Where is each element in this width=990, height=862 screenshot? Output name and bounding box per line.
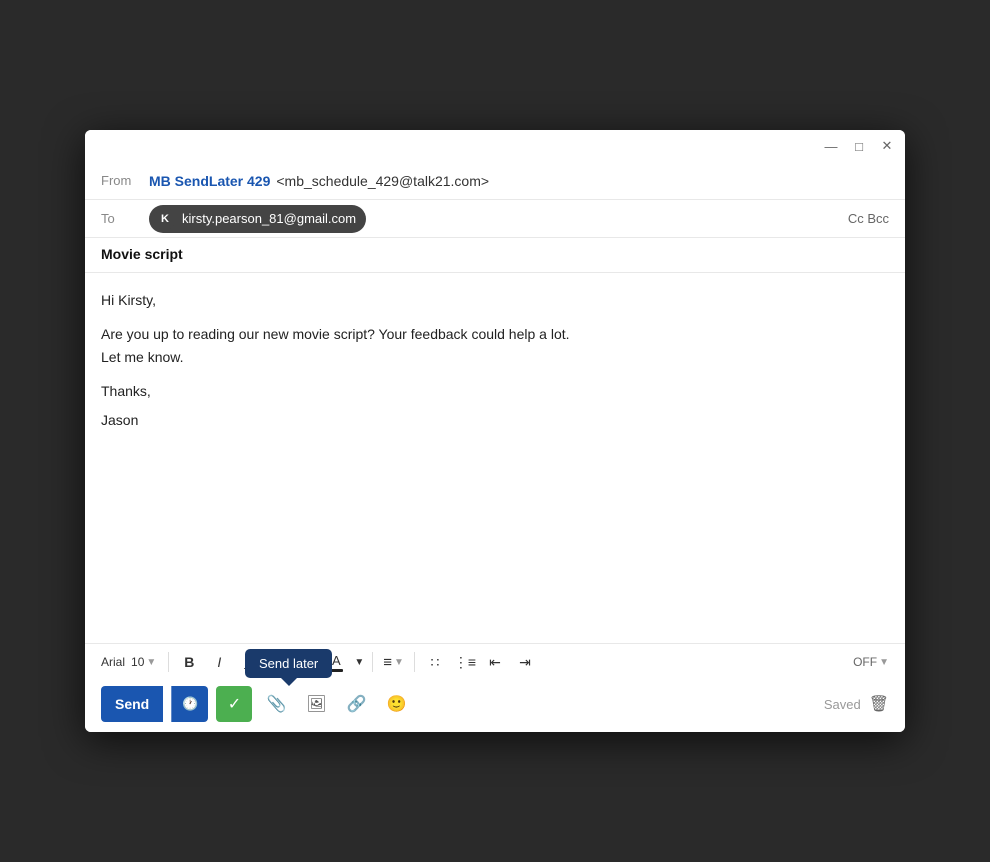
emoji-icon: 🙂 [386, 694, 406, 714]
checkmark-button[interactable]: ✓ [216, 686, 252, 722]
align-dropdown[interactable]: ≡ ▼ [379, 654, 408, 671]
to-row: To K kirsty.pearson_81@gmail.com Cc Bcc [85, 200, 905, 238]
email-body[interactable]: Hi Kirsty, Are you up to reading our new… [85, 273, 905, 643]
send-toolbar: Send later Send 🕐 ✓ 📎 🖼 🔗 [85, 680, 905, 732]
from-row: From MB SendLater 429 <mb_schedule_429@t… [85, 162, 905, 200]
from-name: MB SendLater 429 [149, 173, 270, 189]
maximize-button[interactable]: □ [851, 138, 867, 154]
subject-row: Movie script [85, 238, 905, 273]
body-paragraph2: Let me know. [101, 346, 889, 368]
ordered-list-icon: ∷ [430, 654, 439, 671]
attach-file-button[interactable]: 📎 [260, 688, 292, 720]
font-size-selector[interactable]: 10 ▼ [131, 655, 156, 669]
close-button[interactable]: ✕ [879, 138, 895, 154]
delete-button[interactable]: 🗑 [869, 694, 889, 714]
link-icon: 🔗 [346, 694, 366, 714]
highlight-dropdown[interactable]: ▼ [352, 648, 366, 676]
recipient-email: kirsty.pearson_81@gmail.com [182, 211, 356, 226]
formatting-toolbar: Arial 10 ▼ B I U A ▼ A ▼ [85, 643, 905, 680]
insert-emoji-button[interactable]: 🙂 [380, 688, 412, 720]
body-sign1: Thanks, [101, 380, 889, 402]
indent-increase-icon: ⇥ [519, 654, 531, 671]
saved-label: Saved [824, 697, 861, 712]
insert-link-button[interactable]: 🔗 [340, 688, 372, 720]
italic-button[interactable]: I [205, 648, 233, 676]
highlight-icon: A [332, 653, 341, 668]
off-toggle[interactable]: OFF ▼ [853, 655, 889, 669]
font-size-chevron: ▼ [146, 657, 156, 668]
body-sign2: Jason [101, 409, 889, 431]
indent-decrease-icon: ⇤ [489, 654, 501, 671]
checkmark-icon: ✓ [228, 694, 241, 714]
title-bar: — □ ✕ [85, 130, 905, 162]
title-bar-controls: — □ ✕ [823, 138, 895, 154]
align-chevron: ▼ [394, 657, 404, 668]
subject-text: Movie script [101, 246, 183, 262]
from-email: <mb_schedule_429@talk21.com> [276, 173, 489, 189]
body-paragraph1: Are you up to reading our new movie scri… [101, 323, 889, 345]
unordered-list-icon: ⋮≡ [454, 654, 476, 671]
from-label: From [101, 173, 141, 188]
bold-button[interactable]: B [175, 648, 203, 676]
align-icon: ≡ [383, 654, 392, 671]
clock-icon: 🕐 [182, 696, 198, 712]
trash-icon: 🗑 [869, 696, 889, 713]
separator-3 [372, 652, 373, 672]
indent-decrease-button[interactable]: ⇤ [481, 648, 509, 676]
insert-image-button[interactable]: 🖼 [300, 688, 332, 720]
font-size-value: 10 [131, 655, 144, 669]
cc-bcc-button[interactable]: Cc Bcc [848, 211, 889, 226]
separator-4 [414, 652, 415, 672]
off-chevron: ▼ [879, 657, 889, 668]
send-button[interactable]: Send [101, 686, 163, 722]
recipient-chip[interactable]: K kirsty.pearson_81@gmail.com [149, 205, 366, 233]
indent-increase-button[interactable]: ⇥ [511, 648, 539, 676]
paperclip-icon: 📎 [266, 694, 286, 714]
unordered-list-button[interactable]: ⋮≡ [451, 648, 479, 676]
minimize-button[interactable]: — [823, 138, 839, 154]
image-icon: 🖼 [306, 694, 326, 714]
to-label: To [101, 211, 141, 226]
ordered-list-button[interactable]: ∷ [421, 648, 449, 676]
send-later-tooltip: Send later [245, 649, 332, 678]
body-greeting: Hi Kirsty, [101, 289, 889, 311]
send-label: Send [115, 696, 149, 712]
off-label: OFF [853, 655, 877, 669]
compose-window: — □ ✕ From MB SendLater 429 <mb_schedule… [85, 130, 905, 732]
saved-status: Saved 🗑 [824, 694, 889, 714]
font-name-label: Arial [101, 655, 125, 669]
separator-1 [168, 652, 169, 672]
avatar: K [154, 208, 176, 230]
send-clock-button[interactable]: 🕐 [171, 686, 208, 722]
